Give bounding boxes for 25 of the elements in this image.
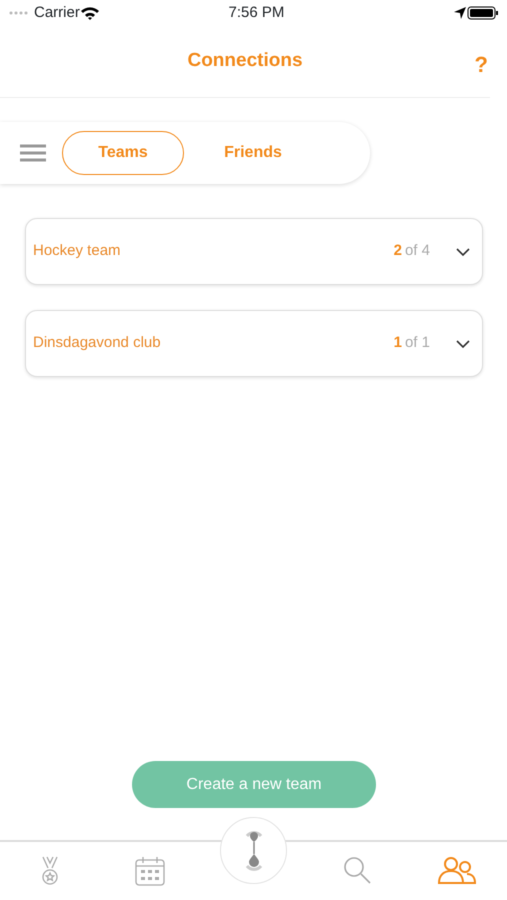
carrier-name: Carrier — [34, 2, 80, 23]
member-total: of 4 — [404, 241, 430, 262]
team-card[interactable]: Dinsdagavond club 1 of 1 — [25, 310, 483, 377]
team-name: Dinsdagavond club — [33, 333, 162, 354]
member-count: 2 — [394, 241, 402, 262]
segment-tab[interactable]: Teams — [62, 131, 184, 175]
screen-title: Connections — [187, 49, 303, 74]
calendar-icon — [135, 856, 165, 886]
member-count: 1 — [394, 333, 402, 354]
team-card[interactable]: Hockey team 2 of 4 — [25, 218, 483, 285]
chevron-down-icon — [456, 340, 470, 348]
signal-icon — [8, 10, 30, 16]
member-total: of 1 — [404, 333, 430, 354]
create-team-button[interactable]: Create a new team — [132, 761, 376, 808]
people-icon — [438, 856, 476, 884]
team-name: Hockey team — [33, 241, 122, 262]
status-time: 7:56 PM — [227, 2, 286, 23]
chevron-down-icon — [456, 248, 470, 256]
menu-icon — [20, 144, 46, 162]
search-icon — [343, 856, 371, 884]
wifi-icon — [80, 6, 100, 20]
location-icon — [453, 6, 467, 20]
help-button[interactable]: ? — [474, 54, 488, 76]
segment-tab[interactable]: Friends — [192, 131, 314, 175]
battery-icon — [467, 5, 499, 21]
